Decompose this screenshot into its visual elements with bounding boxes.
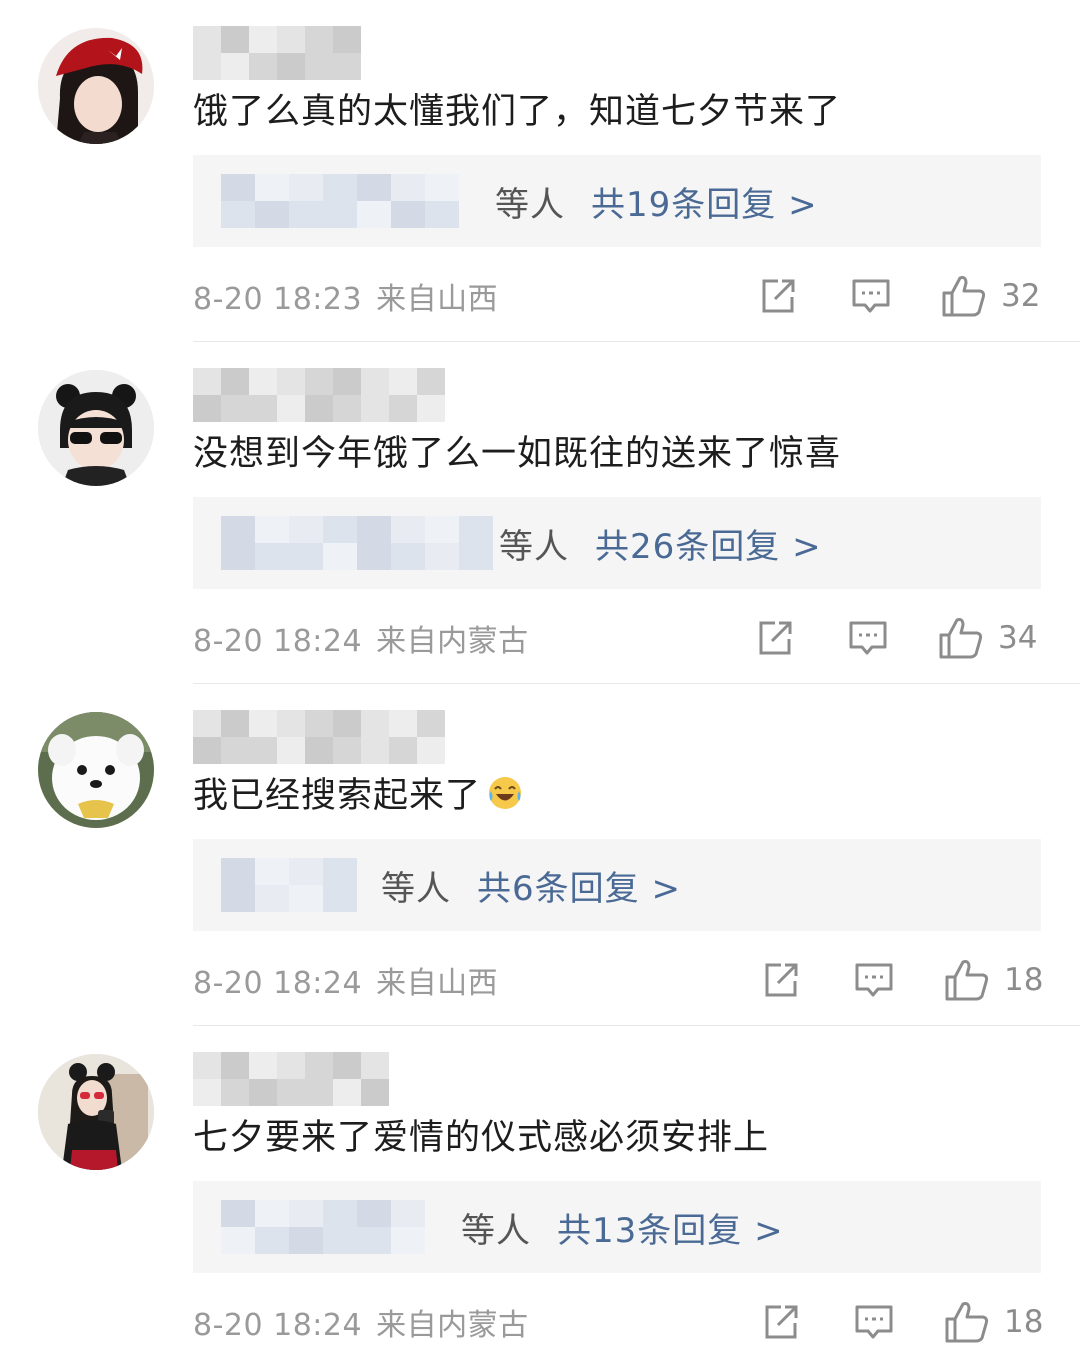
laughing-tears-emoji: [489, 777, 522, 809]
comment-button[interactable]: [850, 272, 892, 320]
share-button[interactable]: [755, 614, 795, 662]
comment-date: 8-20 18:24: [193, 624, 363, 659]
comment-date: 8-20 18:24: [193, 1308, 363, 1343]
like-count: 18: [1004, 962, 1044, 998]
username-blurred[interactable]: [193, 26, 361, 80]
comment-button[interactable]: [853, 956, 895, 1004]
reply-users-blurred: [221, 174, 491, 228]
comment-item: 我已经搜索起来了 等人 共6条回复 > 8-20 18:24 来自山西 18: [0, 684, 1080, 1026]
comment-location: 来自山西: [376, 282, 499, 317]
comment-meta: 8-20 18:24 来自内蒙古: [193, 1300, 529, 1344]
comment-item: 七夕要来了爱情的仪式感必须安排上 等人 共13条回复 > 8-20 18:24 来…: [0, 1026, 1080, 1351]
like-button[interactable]: 18: [944, 956, 1043, 1004]
girl-red-hat-avatar: [38, 28, 154, 144]
comment-text: 七夕要来了爱情的仪式感必须安排上: [193, 1118, 770, 1158]
girl-mirror-selfie-avatar: [38, 1054, 154, 1170]
view-replies-link[interactable]: 共6条回复 >: [477, 861, 681, 910]
user-avatar[interactable]: [38, 28, 154, 144]
view-replies-link[interactable]: 共19条回复 >: [591, 177, 818, 226]
comment-meta: 8-20 18:24 来自内蒙古: [193, 616, 529, 660]
reply-users-blurred: [221, 516, 495, 570]
reply-preview-box[interactable]: 等人 共19条回复 >: [193, 155, 1041, 247]
comment-meta: 8-20 18:24 来自山西: [193, 958, 498, 1002]
username-blurred[interactable]: [193, 710, 471, 764]
comment-icon: [855, 1305, 893, 1339]
comment-text: 饿了么真的太懂我们了，知道七夕节来了: [193, 92, 842, 132]
comment-icon: [855, 963, 893, 997]
reply-preview-box[interactable]: 等人 共6条回复 >: [193, 839, 1041, 931]
reply-preview-box[interactable]: 等人 共13条回复 >: [193, 1181, 1041, 1273]
comment-location: 来自内蒙古: [376, 1308, 529, 1343]
like-button[interactable]: 18: [944, 1298, 1043, 1346]
comment-text: 我已经搜索起来了: [193, 772, 523, 820]
view-replies-link[interactable]: 共26条回复 >: [595, 519, 822, 568]
comment-icon: [849, 621, 887, 655]
reply-people-label: 等人: [461, 1210, 531, 1251]
share-icon: [762, 279, 795, 313]
comment-meta: 8-20 18:23 来自山西: [193, 274, 498, 318]
user-avatar[interactable]: [38, 712, 154, 828]
username-blurred[interactable]: [193, 1052, 415, 1106]
like-count: 34: [998, 620, 1038, 656]
reply-users-blurred: [221, 858, 377, 912]
comment-text: 没想到今年饿了么一如既往的送来了惊喜: [193, 434, 842, 474]
like-icon: [939, 618, 983, 659]
comment-location: 来自山西: [376, 966, 499, 1001]
comment-text-content: 我已经搜索起来了: [193, 776, 482, 816]
white-dog-avatar: [38, 712, 154, 828]
reply-people-label: 等人: [381, 868, 451, 909]
share-icon: [765, 963, 798, 997]
share-icon: [759, 621, 792, 655]
comment-button[interactable]: [853, 1298, 895, 1346]
reply-preview-box[interactable]: 等人 共26条回复 >: [193, 497, 1041, 589]
comment-item: 饿了么真的太懂我们了，知道七夕节来了 等人 共19条回复 > 8-20 18:2…: [0, 0, 1080, 342]
share-button[interactable]: [761, 1298, 801, 1346]
like-button[interactable]: 34: [938, 614, 1037, 662]
comment-item: 没想到今年饿了么一如既往的送来了惊喜 等人 共26条回复 > 8-20 18:2…: [0, 342, 1080, 684]
comment-date: 8-20 18:24: [193, 966, 363, 1001]
user-avatar[interactable]: [38, 370, 154, 486]
user-avatar[interactable]: [38, 1054, 154, 1170]
reply-people-label: 等人: [499, 526, 569, 567]
comment-button[interactable]: [847, 614, 889, 662]
reply-users-blurred: [221, 1200, 457, 1254]
like-icon: [942, 276, 986, 317]
comment-date: 8-20 18:23: [193, 282, 363, 317]
comment-icon: [852, 279, 890, 313]
username-blurred[interactable]: [193, 368, 471, 422]
like-count: 32: [1001, 278, 1041, 314]
like-count: 18: [1004, 1304, 1044, 1340]
like-icon: [945, 960, 989, 1001]
share-icon: [765, 1305, 798, 1339]
comment-location: 来自内蒙古: [376, 624, 529, 659]
like-icon: [945, 1302, 989, 1343]
view-replies-link[interactable]: 共13条回复 >: [557, 1203, 784, 1252]
share-button[interactable]: [758, 272, 798, 320]
share-button[interactable]: [761, 956, 801, 1004]
child-sunglasses-avatar: [38, 370, 154, 486]
reply-people-label: 等人: [495, 184, 565, 225]
like-button[interactable]: 32: [941, 272, 1040, 320]
